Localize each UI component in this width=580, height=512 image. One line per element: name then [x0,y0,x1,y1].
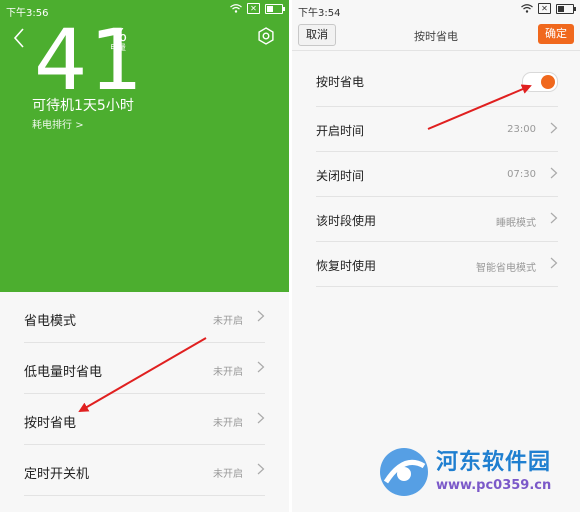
schedule-settings-list: 按时省电 开启时间 23:00 关闭时间 07:30 该时段使用 睡眠模式 恢复… [292,56,580,287]
chevron-right-icon [257,310,265,322]
battery-icon [265,3,285,14]
row-value: 睡眠模式 [496,218,536,229]
chevron-right-icon [550,167,558,179]
no-sim-icon: ✕ [538,3,551,14]
status-time: 下午3:54 [298,8,341,19]
standby-time: 可待机1天5小时 [32,98,134,114]
watermark: 河东软件园 www.pc0359.cn [376,440,576,508]
row-label: 低电量时省电 [24,365,103,380]
row-value: 23:00 [507,124,536,135]
row-value: 07:30 [507,169,536,180]
wifi-icon [230,4,242,13]
status-bar: 下午3:54 ✕ [292,0,580,20]
scheduled-save-screen: 下午3:54 ✕ 取消 按时省电 确定 按时省电 开启时间 23:00 关闭时间… [292,0,580,512]
row-label: 按时省电 [24,416,77,431]
row-value: 智能省电模式 [476,263,536,274]
back-icon[interactable] [10,26,30,50]
header-bar: 取消 按时省电 确定 [292,22,580,51]
row-start-time[interactable]: 开启时间 23:00 [316,107,558,152]
row-label: 定时开关机 [24,467,90,482]
watermark-name: 河东软件园 [436,450,552,475]
row-label: 省电模式 [24,314,77,329]
row-end-time[interactable]: 关闭时间 07:30 [316,152,558,197]
row-restore-mode[interactable]: 恢复时使用 智能省电模式 [316,242,558,287]
watermark-logo-icon [380,448,428,496]
page-title: 按时省电 [414,30,458,43]
battery-icon [556,3,576,14]
battery-screen: 下午3:56 ✕ 41 % 电量 可待机1天5小时 耗电排行 > 省电模式 未开… [0,0,289,512]
row-scheduled-save-toggle: 按时省电 [316,56,558,107]
percent-label: 电量 [110,43,126,52]
confirm-button[interactable]: 确定 [538,24,574,44]
row-label: 按时省电 [316,75,365,89]
chevron-right-icon [550,212,558,224]
chevron-right-icon [257,463,265,475]
chevron-right-icon [550,257,558,269]
chevron-right-icon: > [75,120,84,131]
power-ranking-label: 耗电排行 [32,120,72,131]
row-value: 未开启 [213,367,243,378]
chevron-right-icon [257,412,265,424]
settings-list: 省电模式 未开启 低电量时省电 未开启 按时省电 未开启 定时开关机 未开启 [0,292,289,496]
status-icons: ✕ [521,3,576,14]
toggle-knob [541,75,555,89]
row-label: 开启时间 [316,124,365,138]
battery-hero: 下午3:56 ✕ 41 % 电量 可待机1天5小时 耗电排行 > [0,0,289,292]
row-scheduled-power[interactable]: 定时开关机 未开启 [24,445,265,496]
row-power-save-mode[interactable]: 省电模式 未开启 [24,292,265,343]
row-low-battery-save[interactable]: 低电量时省电 未开启 [24,343,265,394]
chevron-right-icon [550,122,558,134]
wifi-icon [521,4,533,13]
row-label: 关闭时间 [316,169,365,183]
gear-icon[interactable] [256,26,276,46]
row-period-mode[interactable]: 该时段使用 睡眠模式 [316,197,558,242]
row-value: 未开启 [213,418,243,429]
chevron-right-icon [257,361,265,373]
watermark-url: www.pc0359.cn [436,478,552,493]
row-value: 未开启 [213,469,243,480]
scheduled-save-toggle[interactable] [522,72,558,92]
row-value: 未开启 [213,316,243,327]
status-icons: ✕ [230,3,285,14]
row-label: 恢复时使用 [316,259,377,273]
no-sim-icon: ✕ [247,3,260,14]
power-ranking-link[interactable]: 耗电排行 > [32,116,84,131]
row-label: 该时段使用 [316,214,377,228]
row-scheduled-save[interactable]: 按时省电 未开启 [24,394,265,445]
